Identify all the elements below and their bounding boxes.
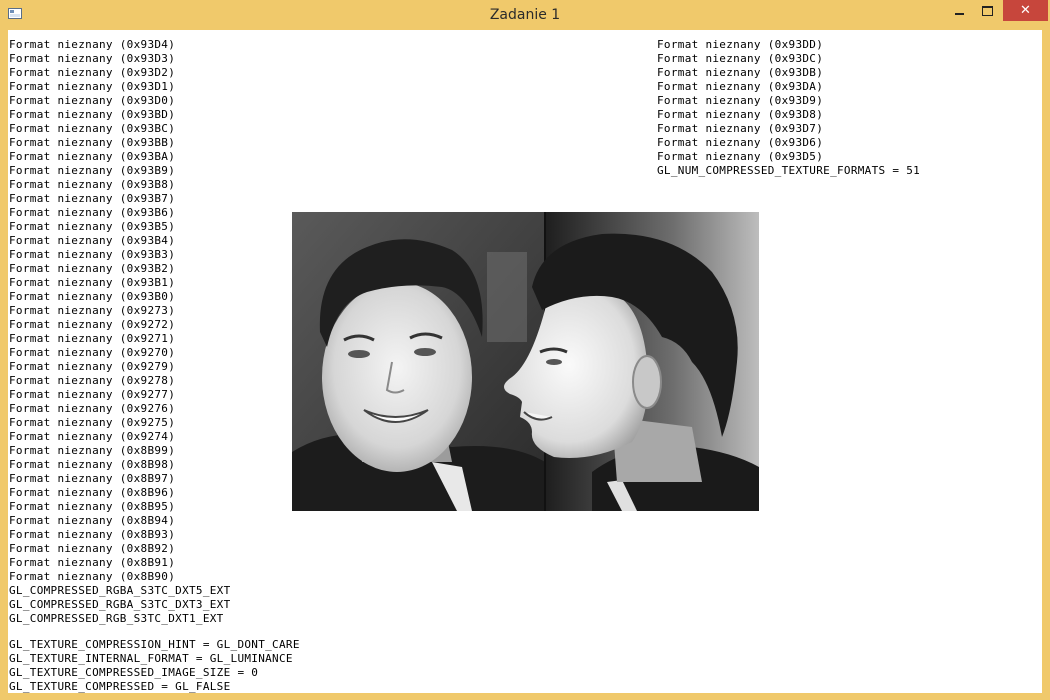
format-right-line: Format nieznany (0x93D9) bbox=[657, 94, 824, 107]
format-left-line: Format nieznany (0x9273) bbox=[9, 304, 176, 317]
maximize-button[interactable] bbox=[973, 0, 1001, 21]
format-left-line: Format nieznany (0x93D1) bbox=[9, 80, 176, 93]
minimize-icon bbox=[954, 12, 964, 15]
format-right-line: Format nieznany (0x93D5) bbox=[657, 150, 824, 163]
format-left-line: Format nieznany (0x8B95) bbox=[9, 500, 176, 513]
texture-image bbox=[292, 212, 759, 511]
format-left-line: GL_COMPRESSED_RGBA_S3TC_DXT5_EXT bbox=[9, 584, 231, 597]
format-left-line: Format nieznany (0x9275) bbox=[9, 416, 176, 429]
format-left-line: Format nieznany (0x9274) bbox=[9, 430, 176, 443]
format-list-left: Format nieznany (0x93D4) Format nieznany … bbox=[9, 38, 231, 626]
format-left-line: Format nieznany (0x93D0) bbox=[9, 94, 176, 107]
format-left-line: Format nieznany (0x93B1) bbox=[9, 276, 176, 289]
texture-param-line: GL_TEXTURE_COMPRESSED_IMAGE_SIZE = 0 bbox=[9, 666, 259, 679]
minimize-button[interactable] bbox=[945, 0, 973, 21]
app-window: Zadanie 1 ✕ Format nieznany (0x93D4) Form… bbox=[0, 0, 1050, 700]
format-left-line: Format nieznany (0x93D4) bbox=[9, 38, 176, 51]
format-right-line: Format nieznany (0x93DD) bbox=[657, 38, 824, 51]
format-left-line: Format nieznany (0x93B7) bbox=[9, 192, 176, 205]
client-area: Format nieznany (0x93D4) Format nieznany … bbox=[8, 30, 1042, 693]
format-left-line: Format nieznany (0x9271) bbox=[9, 332, 176, 345]
format-left-line: Format nieznany (0x93BA) bbox=[9, 150, 176, 163]
format-list-right: Format nieznany (0x93DD) Format nieznany … bbox=[657, 38, 920, 178]
format-left-line: Format nieznany (0x8B93) bbox=[9, 528, 176, 541]
format-left-line: Format nieznany (0x93B0) bbox=[9, 290, 176, 303]
format-left-line: Format nieznany (0x9276) bbox=[9, 402, 176, 415]
format-right-line: GL_NUM_COMPRESSED_TEXTURE_FORMATS = 51 bbox=[657, 164, 921, 177]
format-right-line: Format nieznany (0x93D6) bbox=[657, 136, 824, 149]
format-left-line: GL_COMPRESSED_RGB_S3TC_DXT1_EXT bbox=[9, 612, 224, 625]
format-left-line: Format nieznany (0x93B4) bbox=[9, 234, 176, 247]
close-icon: ✕ bbox=[1020, 3, 1031, 18]
close-button[interactable]: ✕ bbox=[1003, 0, 1048, 21]
format-right-line: Format nieznany (0x93D8) bbox=[657, 108, 824, 121]
texture-param-line: GL_TEXTURE_COMPRESSED = GL_FALSE bbox=[9, 680, 231, 693]
maximize-icon bbox=[981, 5, 993, 16]
format-left-line: Format nieznany (0x93B2) bbox=[9, 262, 176, 275]
format-left-line: Format nieznany (0x93B6) bbox=[9, 206, 176, 219]
format-left-line: Format nieznany (0x93B8) bbox=[9, 178, 176, 191]
format-left-line: Format nieznany (0x8B99) bbox=[9, 444, 176, 457]
texture-param-line: GL_TEXTURE_COMPRESSION_HINT = GL_DONT_CA… bbox=[9, 638, 300, 651]
format-left-line: Format nieznany (0x93D3) bbox=[9, 52, 176, 65]
format-left-line: Format nieznany (0x93B3) bbox=[9, 248, 176, 261]
format-right-line: Format nieznany (0x93DB) bbox=[657, 66, 824, 79]
format-left-line: Format nieznany (0x93BB) bbox=[9, 136, 176, 149]
format-left-line: Format nieznany (0x93B5) bbox=[9, 220, 176, 233]
format-right-line: Format nieznany (0x93DC) bbox=[657, 52, 824, 65]
format-left-line: Format nieznany (0x8B98) bbox=[9, 458, 176, 471]
format-right-line: Format nieznany (0x93D7) bbox=[657, 122, 824, 135]
format-right-line: Format nieznany (0x93DA) bbox=[657, 80, 824, 93]
format-left-line: Format nieznany (0x8B92) bbox=[9, 542, 176, 555]
format-left-line: Format nieznany (0x93BD) bbox=[9, 108, 176, 121]
format-left-line: Format nieznany (0x9272) bbox=[9, 318, 176, 331]
format-left-line: GL_COMPRESSED_RGBA_S3TC_DXT3_EXT bbox=[9, 598, 231, 611]
format-left-line: Format nieznany (0x93BC) bbox=[9, 122, 176, 135]
format-left-line: Format nieznany (0x8B97) bbox=[9, 472, 176, 485]
format-left-line: Format nieznany (0x9278) bbox=[9, 374, 176, 387]
format-left-line: Format nieznany (0x9277) bbox=[9, 388, 176, 401]
format-left-line: Format nieznany (0x9279) bbox=[9, 360, 176, 373]
format-left-line: Format nieznany (0x8B96) bbox=[9, 486, 176, 499]
format-left-line: Format nieznany (0x8B90) bbox=[9, 570, 176, 583]
title-bar[interactable]: Zadanie 1 ✕ bbox=[0, 0, 1050, 30]
format-left-line: Format nieznany (0x93B9) bbox=[9, 164, 176, 177]
window-title: Zadanie 1 bbox=[489, 7, 561, 23]
format-left-line: Format nieznany (0x93D2) bbox=[9, 66, 176, 79]
format-left-line: Format nieznany (0x8B91) bbox=[9, 556, 176, 569]
format-left-line: Format nieznany (0x8B94) bbox=[9, 514, 176, 527]
texture-image-svg bbox=[292, 212, 759, 511]
format-left-line: Format nieznany (0x9270) bbox=[9, 346, 176, 359]
texture-param-line: GL_TEXTURE_INTERNAL_FORMAT = GL_LUMINANC… bbox=[9, 652, 293, 665]
texture-parameters: GL_TEXTURE_COMPRESSION_HINT = GL_DONT_CA… bbox=[9, 638, 300, 693]
